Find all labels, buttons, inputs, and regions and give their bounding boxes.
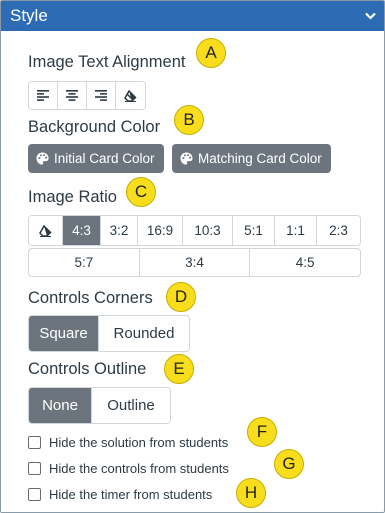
initial-card-color-button[interactable]: Initial Card Color [28, 144, 164, 173]
callout-d: D [166, 282, 196, 312]
square-corners-button[interactable]: Square [29, 316, 99, 351]
hide-controls-checkbox[interactable] [28, 462, 41, 475]
callout-c: C [126, 177, 156, 207]
hide-timer-checkbox[interactable] [28, 488, 41, 501]
ratio-4-5-button[interactable]: 4:5 [250, 249, 360, 276]
controls-outline-label: Controls Outline [28, 360, 147, 378]
eraser-icon [39, 224, 52, 237]
chevron-down-icon[interactable] [365, 11, 376, 23]
callout-a: A [196, 38, 226, 68]
align-center-button[interactable] [58, 82, 87, 109]
ratio-4-3-button[interactable]: 4:3 [63, 216, 101, 245]
align-right-button[interactable] [87, 82, 116, 109]
matching-card-color-button[interactable]: Matching Card Color [172, 144, 331, 173]
image-ratio-button-group: 4:3 3:2 16:9 10:3 5:1 1:1 2:3 [28, 215, 361, 246]
hide-timer-label: Hide the timer from students [49, 487, 213, 502]
ratio-5-7-button[interactable]: 5:7 [29, 249, 140, 276]
controls-outline-toggle: None Outline [28, 387, 171, 424]
image-text-alignment-label: Image Text Alignment [28, 53, 186, 71]
hide-controls-label: Hide the controls from students [49, 461, 229, 476]
palette-icon [180, 152, 193, 165]
align-left-icon [37, 90, 49, 101]
clear-alignment-button[interactable] [116, 82, 145, 109]
controls-corners-toggle: Square Rounded [28, 315, 190, 352]
ratio-1-1-button[interactable]: 1:1 [275, 216, 317, 245]
callout-b: B [174, 105, 204, 135]
controls-corners-label: Controls Corners [28, 289, 153, 307]
rounded-corners-button[interactable]: Rounded [99, 316, 189, 351]
matching-card-color-label: Matching Card Color [198, 151, 322, 166]
hide-solution-row[interactable]: Hide the solution from students [28, 435, 228, 450]
hide-controls-row[interactable]: Hide the controls from students [28, 461, 229, 476]
style-panel-header[interactable]: Style [1, 1, 384, 31]
image-ratio-label: Image Ratio [28, 188, 117, 206]
background-color-label: Background Color [28, 118, 161, 136]
palette-icon [36, 152, 49, 165]
callout-f: F [247, 417, 277, 447]
hide-solution-checkbox[interactable] [28, 436, 41, 449]
style-panel: Style Image Text Alignment A Background … [0, 0, 385, 513]
callout-e: E [164, 354, 194, 384]
ratio-3-4-button[interactable]: 3:4 [140, 249, 251, 276]
no-outline-button[interactable]: None [29, 388, 92, 423]
outline-button[interactable]: Outline [92, 388, 170, 423]
hide-solution-label: Hide the solution from students [49, 435, 229, 450]
clear-ratio-button[interactable] [29, 216, 63, 245]
ratio-2-3-button[interactable]: 2:3 [317, 216, 360, 245]
align-right-icon [95, 90, 107, 101]
ratio-5-1-button[interactable]: 5:1 [233, 216, 275, 245]
ratio-3-2-button[interactable]: 3:2 [101, 216, 138, 245]
ratio-10-3-button[interactable]: 10:3 [183, 216, 233, 245]
image-ratio-button-group-2: 5:7 3:4 4:5 [28, 248, 361, 277]
initial-card-color-label: Initial Card Color [54, 151, 155, 166]
hide-timer-row[interactable]: Hide the timer from students [28, 487, 212, 502]
ratio-16-9-button[interactable]: 16:9 [138, 216, 183, 245]
align-center-icon [66, 90, 78, 101]
eraser-icon [124, 89, 137, 102]
callout-g: G [274, 449, 304, 479]
align-left-button[interactable] [29, 82, 58, 109]
alignment-button-group [28, 81, 146, 110]
callout-h: H [236, 478, 266, 508]
panel-title: Style [10, 6, 48, 25]
